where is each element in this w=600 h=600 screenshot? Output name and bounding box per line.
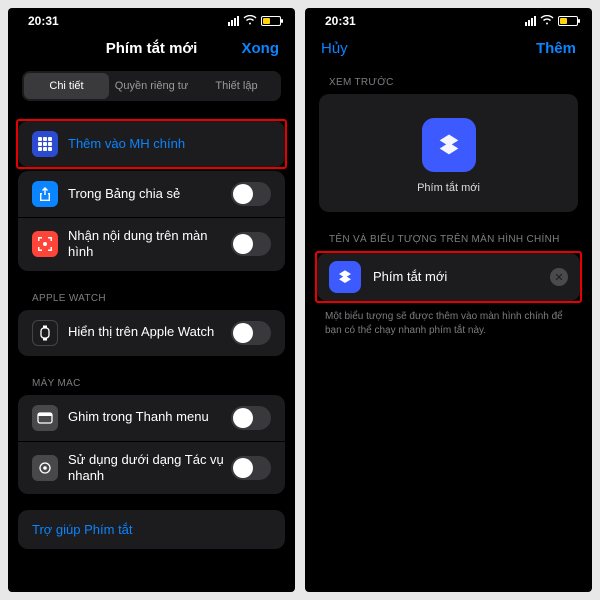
row-share-sheet[interactable]: Trong Bảng chia sẻ — [18, 171, 285, 217]
segmented-control[interactable]: Chi tiết Quyền riêng tư Thiết lập — [22, 71, 281, 101]
status-icons — [228, 14, 281, 28]
capture-icon — [32, 231, 58, 257]
watch-icon — [32, 320, 58, 346]
home-grid-icon — [32, 131, 58, 157]
preview-label: Phím tắt mới — [417, 182, 480, 194]
row-label: Nhận nội dung trên màn hình — [68, 228, 231, 261]
screen-add-to-home: 20:31 Hủy Thêm XEM TRƯỚC Phím tắt mới TÊ… — [305, 8, 592, 592]
clock: 20:31 — [28, 14, 59, 28]
status-bar: 20:31 — [305, 8, 592, 30]
navbar: Hủy Thêm — [305, 30, 592, 71]
clear-icon[interactable]: ✕ — [550, 268, 568, 286]
cellular-icon — [525, 16, 536, 26]
name-input[interactable]: Phím tắt mới — [373, 269, 550, 285]
row-pin-menu[interactable]: Ghim trong Thanh menu — [18, 395, 285, 441]
status-bar: 20:31 — [8, 8, 295, 30]
shortcut-icon[interactable] — [329, 261, 361, 293]
section-apple-watch: APPLE WATCH — [8, 287, 295, 310]
navbar: Phím tắt mới Xong — [8, 30, 295, 71]
row-shortcut-name[interactable]: Phím tắt mới ✕ — [317, 253, 580, 301]
menubar-icon — [32, 405, 58, 431]
row-label: Sử dụng dưới dạng Tác vụ nhanh — [68, 452, 231, 485]
row-label: Ghim trong Thanh menu — [68, 409, 231, 425]
seg-setup[interactable]: Thiết lập — [194, 73, 279, 99]
screen-details: 20:31 Phím tắt mới Xong Chi tiết Quyền r… — [8, 8, 295, 592]
add-button[interactable]: Thêm — [526, 40, 576, 57]
battery-icon — [558, 16, 578, 26]
seg-details[interactable]: Chi tiết — [24, 73, 109, 99]
row-label: Trong Bảng chia sẻ — [68, 186, 231, 202]
section-name-icon: TÊN VÀ BIỂU TƯỢNG TRÊN MÀN HÌNH CHÍNH — [305, 228, 592, 251]
toggle-quick[interactable] — [231, 456, 271, 480]
toggle-pin[interactable] — [231, 406, 271, 430]
toggle-receive[interactable] — [231, 232, 271, 256]
wifi-icon — [243, 14, 257, 28]
row-label: Thêm vào MH chính — [68, 136, 271, 152]
description-text: Một biểu tượng sẽ được thêm vào màn hình… — [305, 303, 592, 345]
section-preview: XEM TRƯỚC — [305, 71, 592, 94]
section-mac: MÁY MAC — [8, 372, 295, 395]
status-icons — [525, 14, 578, 28]
seg-privacy[interactable]: Quyền riêng tư — [109, 73, 194, 99]
shortcut-app-icon — [422, 118, 476, 172]
cellular-icon — [228, 16, 239, 26]
row-quick-action[interactable]: Sử dụng dưới dạng Tác vụ nhanh — [18, 441, 285, 495]
highlight-name-row: Phím tắt mới ✕ — [315, 251, 582, 303]
row-add-to-home[interactable]: Thêm vào MH chính — [18, 121, 285, 167]
share-icon — [32, 181, 58, 207]
highlight-add-home: Thêm vào MH chính — [16, 119, 287, 169]
page-title: Phím tắt mới — [74, 40, 229, 57]
gear-icon — [32, 455, 58, 481]
row-help[interactable]: Trợ giúp Phím tắt — [18, 510, 285, 549]
toggle-watch[interactable] — [231, 321, 271, 345]
clock: 20:31 — [325, 14, 356, 28]
row-apple-watch[interactable]: Hiển thị trên Apple Watch — [18, 310, 285, 356]
row-receive-screen[interactable]: Nhận nội dung trên màn hình — [18, 217, 285, 271]
row-label: Hiển thị trên Apple Watch — [68, 324, 231, 340]
toggle-share[interactable] — [231, 182, 271, 206]
done-button[interactable]: Xong — [229, 40, 279, 57]
preview-card: Phím tắt mới — [319, 94, 578, 212]
wifi-icon — [540, 14, 554, 28]
cancel-button[interactable]: Hủy — [321, 40, 371, 57]
battery-icon — [261, 16, 281, 26]
